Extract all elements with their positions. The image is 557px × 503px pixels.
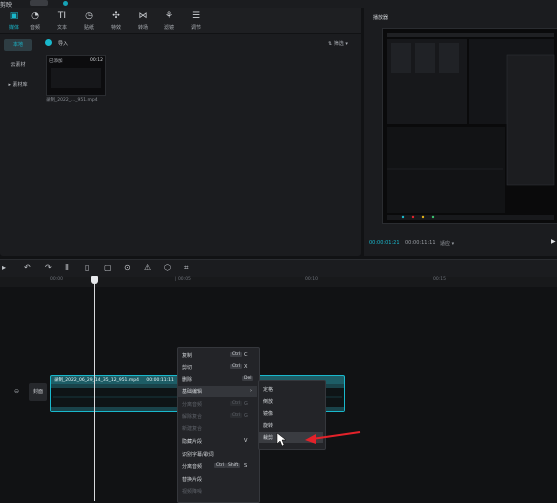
timeline-toolbar [0, 259, 557, 278]
menu-item-basic-edit[interactable]: 基础编辑 [182, 388, 202, 395]
current-timecode: 00:00:01:21 [369, 240, 400, 246]
menu-item-replace-clip[interactable]: 替换片段 [182, 476, 202, 483]
tab-label: 调节 [190, 25, 201, 31]
freeze-icon[interactable]: ▢ [104, 263, 112, 272]
shortcut-modifier: Ctrl [230, 413, 243, 418]
tab-label: 文本 [56, 25, 67, 31]
title-tag [30, 0, 48, 6]
tab-sticker[interactable]: ◷ 贴纸 [76, 11, 102, 31]
shortcut-key: X [244, 364, 248, 370]
submenu-chevron-icon: › [250, 388, 252, 394]
split-icon[interactable]: Ⅱ [65, 263, 69, 272]
import-label: 导入 [58, 41, 69, 47]
reverse-icon[interactable]: ⊙ [124, 263, 131, 272]
tab-label: 转场 [137, 25, 148, 31]
title-bar: 剪映 [0, 0, 557, 9]
timeline-clip-name: 录制_2022_06_29_14_35_12_951.mp4 00:00:11:… [54, 377, 174, 383]
clip-added-badge: 已添加 [49, 59, 63, 64]
media-sidebar: 本地 云素材 ▸ 素材库 [0, 34, 36, 256]
rotate-icon[interactable]: ⬡ [164, 263, 171, 272]
submenu-item-crop[interactable]: 裁剪 [263, 434, 273, 441]
import-button[interactable]: 导入 [45, 38, 73, 48]
ruler-tick: 00:15 [433, 277, 446, 282]
shortcut-modifier: Ctrl [230, 352, 243, 357]
ruler-tick: | 00:05 [175, 277, 191, 282]
shortcut-modifier: Ctrl [214, 463, 227, 468]
shortcut-key: Del [242, 376, 254, 381]
submenu-item-reverse[interactable]: 倒放 [263, 398, 273, 405]
filter-icon: ⚘ [164, 11, 174, 21]
clip-preview-frame [51, 68, 101, 88]
ratio-dropdown[interactable]: 适应 ▾ [440, 240, 454, 247]
adjust-icon: ☰ [191, 11, 201, 21]
submenu-item-mirror[interactable]: 镜像 [263, 410, 273, 417]
menu-item-uncompound: 解除复合 [182, 414, 203, 420]
tab-label: 特效 [110, 25, 121, 31]
playhead-handle[interactable] [91, 276, 98, 284]
status-dot-icon [63, 1, 68, 6]
playhead-line[interactable] [94, 277, 95, 501]
total-timecode: 00:00:11:11 [405, 240, 436, 246]
shortcut-modifier: Ctrl [230, 401, 243, 406]
text-icon: TI [57, 11, 67, 21]
preview-content [383, 29, 557, 223]
shortcut-modifier-shift: Shift [226, 463, 241, 468]
preview-screen[interactable] [382, 28, 557, 224]
crop-icon[interactable]: ⌗ [184, 263, 189, 273]
tab-label: 贴纸 [83, 25, 94, 31]
menu-item-video-denoise: 视频降噪 [182, 489, 203, 495]
menu-item-extract-audio[interactable]: 分离音频 [182, 463, 202, 470]
clip-duration: 00:12 [90, 58, 103, 63]
submenu-item-rotate[interactable]: 旋转 [263, 422, 273, 429]
mirror-icon[interactable]: ⚠ [144, 263, 151, 272]
tab-label: 滤镜 [163, 25, 174, 31]
menu-item-recognize-subtitles[interactable]: 识别字幕/歌词 [182, 451, 214, 458]
import-plus-icon [45, 39, 52, 46]
sidebar-item-cloud[interactable]: 云素材 [4, 59, 32, 71]
shortcut-key: G [244, 413, 248, 419]
shortcut-key: C [244, 352, 248, 358]
cover-button[interactable]: 封面 [29, 383, 47, 401]
menu-item-hide-clip[interactable]: 隐藏片段 [182, 438, 202, 445]
menu-item-copy[interactable]: 复制 [182, 352, 192, 359]
sort-filter-button[interactable]: ⇅ 筛选 ▾ [328, 40, 348, 47]
sidebar-item-library[interactable]: ▸ 素材库 [4, 79, 32, 91]
tab-effects[interactable]: ✣ 特效 [103, 11, 129, 31]
clip-filename: 录制_2022_..._951.mp4 [46, 98, 98, 103]
timeline-ruler[interactable] [0, 277, 557, 287]
effects-icon: ✣ [112, 11, 120, 21]
tab-label: 音频 [29, 25, 40, 31]
menu-item-cut[interactable]: 剪切 [182, 364, 192, 371]
preview-title: 播放器 [373, 15, 389, 21]
submenu-item-freeze[interactable]: 定格 [263, 386, 273, 393]
tab-adjust[interactable]: ☰ 调节 [183, 11, 209, 31]
track-lock-icon[interactable]: ⊖ [14, 388, 19, 395]
select-tool-icon[interactable]: ▸ [2, 263, 6, 272]
tab-text[interactable]: TI 文本 [49, 11, 75, 31]
tab-filter[interactable]: ⚘ 滤镜 [156, 11, 182, 31]
undo-icon[interactable]: ↶ [24, 263, 31, 272]
menu-item-delete[interactable]: 删除 [182, 376, 192, 383]
shortcut-key: G [244, 401, 248, 407]
redo-icon[interactable]: ↷ [45, 263, 52, 272]
delete-icon[interactable]: ▯ [85, 263, 89, 272]
menu-item-separate-audio-disabled: 分离音频 [182, 402, 203, 408]
tab-audio[interactable]: ◔ 音频 [22, 11, 48, 31]
shortcut-key: S [244, 463, 248, 469]
sticker-icon: ◷ [85, 11, 93, 21]
tab-transition[interactable]: ⋈ 转场 [130, 11, 156, 31]
ruler-tick: 00:00 [50, 277, 63, 282]
audio-icon: ◔ [31, 11, 39, 21]
timeline-clip-filename: 录制_2022_06_29_14_35_12_951.mp4 [54, 378, 139, 383]
play-icon[interactable]: ▶ [551, 238, 556, 245]
sidebar-item-local[interactable]: 本地 [4, 39, 32, 51]
transition-icon: ⋈ [138, 11, 148, 21]
ruler-tick: 00:10 [305, 277, 318, 282]
shortcut-key: V [244, 438, 248, 444]
timeline-clip-duration: 00:00:11:11 [146, 378, 174, 383]
media-clip-thumbnail[interactable]: 已添加 00:12 [46, 55, 106, 96]
menu-item-new-compound: 新建复合 [182, 426, 203, 432]
shortcut-modifier: Ctrl [230, 364, 243, 369]
